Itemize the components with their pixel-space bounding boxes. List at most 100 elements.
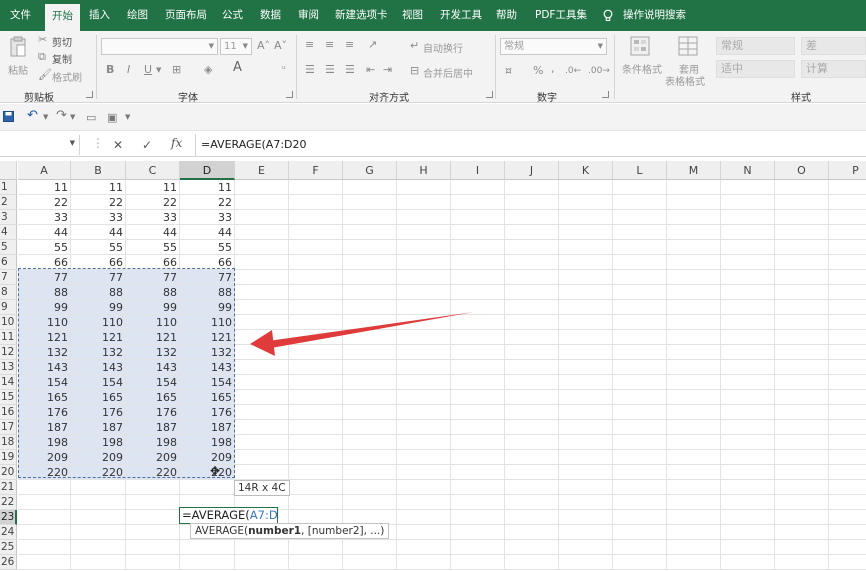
cell-c16[interactable]: 176	[126, 405, 180, 420]
cell-empty[interactable]	[559, 495, 613, 510]
cell-b10[interactable]: 110	[71, 315, 126, 330]
cell-b4[interactable]: 44	[71, 225, 126, 240]
font-color-icon[interactable]: A	[233, 61, 242, 74]
cell-d19[interactable]: 209	[180, 450, 235, 465]
column-header-k[interactable]: K	[559, 161, 613, 180]
cell-empty[interactable]	[451, 210, 505, 225]
cell-empty[interactable]	[775, 510, 829, 525]
cell-empty[interactable]	[126, 510, 180, 525]
cell-empty[interactable]	[721, 450, 775, 465]
cell-empty[interactable]	[829, 390, 866, 405]
menu-review[interactable]: 审阅	[298, 0, 319, 31]
formula-input[interactable]: =AVERAGE(A7:D20	[195, 134, 866, 156]
cell-b3[interactable]: 33	[71, 210, 126, 225]
cell-b1[interactable]: 11	[71, 180, 126, 195]
cell-empty[interactable]	[343, 375, 397, 390]
align-center-icon[interactable]: ☰	[325, 64, 335, 76]
cell-d12[interactable]: 132	[180, 345, 235, 360]
cell-empty[interactable]	[559, 480, 613, 495]
cell-empty[interactable]	[559, 540, 613, 555]
cell-empty[interactable]	[829, 420, 866, 435]
menu-new-tab[interactable]: 新建选项卡	[335, 0, 388, 31]
cell-empty[interactable]	[451, 540, 505, 555]
cut-icon[interactable]: ✂	[38, 34, 47, 46]
cell-empty[interactable]	[775, 450, 829, 465]
copy-button[interactable]: 复制	[52, 51, 72, 66]
font-size-combo[interactable]: 11 ▼	[220, 38, 252, 55]
cell-c12[interactable]: 132	[126, 345, 180, 360]
cell-empty[interactable]	[451, 285, 505, 300]
cell-empty[interactable]	[505, 195, 559, 210]
cell-empty[interactable]	[721, 180, 775, 195]
save-icon[interactable]	[3, 111, 14, 122]
cell-a4[interactable]: 44	[18, 225, 71, 240]
cell-empty[interactable]	[559, 285, 613, 300]
cell-empty[interactable]	[505, 240, 559, 255]
cell-empty[interactable]	[343, 540, 397, 555]
cell-empty[interactable]	[667, 330, 721, 345]
cell-d11[interactable]: 121	[180, 330, 235, 345]
cell-d18[interactable]: 198	[180, 435, 235, 450]
function-argument-tooltip[interactable]: AVERAGE(number1, [number2], ...)	[190, 523, 390, 539]
cell-empty[interactable]	[775, 525, 829, 540]
cell-empty[interactable]	[451, 405, 505, 420]
cell-empty[interactable]	[397, 390, 451, 405]
cell-empty[interactable]	[667, 255, 721, 270]
cell-empty[interactable]	[667, 480, 721, 495]
undo-icon[interactable]: ↶	[27, 108, 38, 123]
style-bad[interactable]: 差	[801, 37, 866, 55]
cell-empty[interactable]	[721, 225, 775, 240]
cell-empty[interactable]	[343, 330, 397, 345]
cell-empty[interactable]	[397, 195, 451, 210]
cell-empty[interactable]	[235, 450, 289, 465]
cell-d4[interactable]: 44	[180, 225, 235, 240]
cell-empty[interactable]	[775, 345, 829, 360]
cell-empty[interactable]	[451, 330, 505, 345]
cell-empty[interactable]	[18, 540, 71, 555]
cell-d20[interactable]: 220	[180, 465, 235, 480]
cell-b8[interactable]: 88	[71, 285, 126, 300]
cell-b17[interactable]: 187	[71, 420, 126, 435]
cell-empty[interactable]	[289, 450, 343, 465]
cell-empty[interactable]	[397, 225, 451, 240]
cell-empty[interactable]	[775, 360, 829, 375]
cell-empty[interactable]	[829, 225, 866, 240]
cell-empty[interactable]	[505, 525, 559, 540]
menu-pdf-tools[interactable]: PDF工具集	[535, 0, 587, 31]
cell-empty[interactable]	[235, 300, 289, 315]
menu-draw[interactable]: 绘图	[127, 0, 148, 31]
cell-d13[interactable]: 143	[180, 360, 235, 375]
cell-a17[interactable]: 187	[18, 420, 71, 435]
grow-font-icon[interactable]: A˄	[257, 40, 270, 52]
column-header-e[interactable]: E	[235, 161, 289, 180]
cell-empty[interactable]	[289, 285, 343, 300]
cell-d8[interactable]: 88	[180, 285, 235, 300]
cell-c11[interactable]: 121	[126, 330, 180, 345]
cell-empty[interactable]	[343, 225, 397, 240]
cell-d15[interactable]: 165	[180, 390, 235, 405]
cell-empty[interactable]	[397, 420, 451, 435]
cell-empty[interactable]	[559, 420, 613, 435]
cell-d2[interactable]: 22	[180, 195, 235, 210]
cell-empty[interactable]	[343, 420, 397, 435]
cell-empty[interactable]	[829, 255, 866, 270]
column-header-c[interactable]: C	[126, 161, 180, 180]
cell-empty[interactable]	[71, 510, 126, 525]
cell-empty[interactable]	[451, 420, 505, 435]
cell-empty[interactable]	[180, 480, 235, 495]
cell-a6[interactable]: 66	[18, 255, 71, 270]
cell-empty[interactable]	[721, 375, 775, 390]
cell-empty[interactable]	[829, 330, 866, 345]
cell-empty[interactable]	[289, 315, 343, 330]
menu-file[interactable]: 文件	[10, 0, 31, 31]
column-header-f[interactable]: F	[289, 161, 343, 180]
cell-empty[interactable]	[829, 210, 866, 225]
cell-d3[interactable]: 33	[180, 210, 235, 225]
cell-empty[interactable]	[721, 270, 775, 285]
cell-empty[interactable]	[829, 480, 866, 495]
cell-empty[interactable]	[505, 270, 559, 285]
cell-empty[interactable]	[397, 465, 451, 480]
cell-empty[interactable]	[235, 465, 289, 480]
cell-empty[interactable]	[343, 465, 397, 480]
cell-empty[interactable]	[397, 435, 451, 450]
